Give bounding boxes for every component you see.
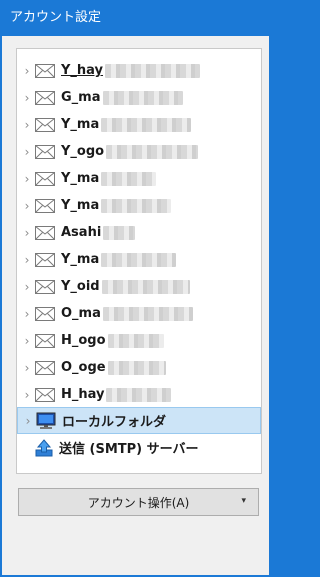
tree-item-account[interactable]: › Asahi [17,219,261,246]
mail-icon [35,252,55,267]
chevron-right-icon[interactable]: › [20,253,34,267]
account-label: Y_ogo [61,144,105,159]
tree-item-local-folder[interactable]: › ローカルフォルダ [17,407,261,434]
mail-icon [35,306,55,321]
mail-icon [35,171,55,186]
account-label: H_ogo [61,333,106,348]
account-label: G_ma [61,90,101,105]
mail-icon [35,144,55,159]
chevron-right-icon[interactable]: › [20,361,34,375]
mail-icon [35,360,55,375]
chevron-right-icon[interactable]: › [20,172,34,186]
redacted-text [101,279,190,294]
smtp-label: 送信 (SMTP) サーバー [59,442,199,457]
tree-item-account[interactable]: › Y_ma [17,246,261,273]
mail-icon [35,63,55,78]
redacted-text [107,360,166,375]
dropdown-arrow-icon: ▾ [241,496,246,506]
mail-icon [35,117,55,132]
mail-icon [35,387,55,402]
chevron-right-icon[interactable]: › [20,91,34,105]
account-label: Y_hay [61,63,104,78]
upload-icon [35,438,53,456]
redacted-text [105,63,201,78]
account-label: Y_ma [61,171,100,186]
tree-item-account[interactable]: › H_hay [17,381,261,408]
account-tree[interactable]: › Y_hay › G_ma › Y_ma › Y_ogo › Y_ma › Y… [16,48,262,474]
mail-icon [35,90,55,105]
chevron-right-icon[interactable]: › [20,280,34,294]
tree-item-account[interactable]: › O_oge [17,354,261,381]
tree-item-account[interactable]: › Y_ogo [17,138,261,165]
window-title: アカウント設定 [10,10,102,25]
tree-item-smtp[interactable]: 送信 (SMTP) サーバー [17,434,261,461]
redacted-text [101,171,157,186]
mail-icon [35,225,55,240]
redacted-text [107,333,164,348]
tree-item-account[interactable]: › Y_oid [17,273,261,300]
account-label: O_ma [61,306,101,321]
tree-item-account[interactable]: › H_ogo [17,327,261,354]
account-actions-button[interactable]: アカウント操作(A) ▾ [18,488,259,516]
chevron-right-icon[interactable]: › [20,118,34,132]
chevron-right-icon[interactable]: › [20,307,34,321]
chevron-right-icon[interactable]: › [20,199,34,213]
chevron-right-icon[interactable]: › [21,414,35,428]
redacted-text [101,252,177,267]
tree-item-account[interactable]: › Y_ma [17,111,261,138]
tree-item-account[interactable]: › Y_ma [17,165,261,192]
mail-icon [35,333,55,348]
tree-item-account[interactable]: › O_ma [17,300,261,327]
mail-icon [35,198,55,213]
redacted-text [102,306,193,321]
redacted-text [106,144,199,159]
tree-item-account[interactable]: › Y_ma [17,192,261,219]
redacted-text [103,225,136,240]
account-label: Y_oid [61,279,100,294]
redacted-text [106,387,172,402]
redacted-text [101,198,172,213]
account-settings-window: アカウント設定 › Y_hay › G_ma › Y_ma › Y_ogo › … [0,0,271,577]
account-label: Asahi [61,225,102,240]
redacted-text [102,90,183,105]
account-label: H_hay [61,387,105,402]
dialog-body: › Y_hay › G_ma › Y_ma › Y_ogo › Y_ma › Y… [2,36,269,575]
chevron-right-icon[interactable]: › [20,388,34,402]
tree-item-account[interactable]: › G_ma [17,84,261,111]
redacted-text [101,117,192,132]
account-label: O_oge [61,360,106,375]
account-label: Y_ma [61,252,100,267]
chevron-right-icon[interactable]: › [20,64,34,78]
tree-item-account[interactable]: › Y_hay [17,57,261,84]
account-actions-label: アカウント操作(A) [87,495,190,510]
account-label: Y_ma [61,198,100,213]
account-label: Y_ma [61,117,100,132]
chevron-right-icon[interactable]: › [20,145,34,159]
chevron-right-icon[interactable]: › [20,226,34,240]
chevron-right-icon[interactable]: › [20,334,34,348]
mail-icon [35,279,55,294]
local-folder-label: ローカルフォルダ [62,415,167,430]
computer-icon [36,412,56,429]
